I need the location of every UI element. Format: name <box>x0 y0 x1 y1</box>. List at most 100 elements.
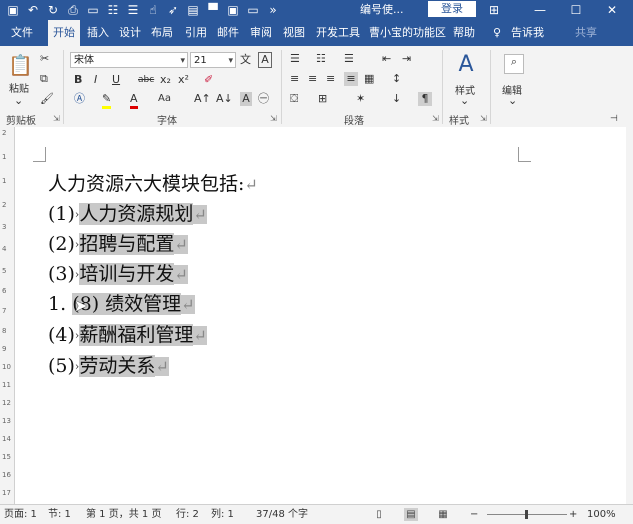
paste-icon[interactable]: 📋 <box>8 52 33 78</box>
tab-mailings[interactable]: 邮件 <box>212 20 244 46</box>
tab-design[interactable]: 设计 <box>114 20 146 46</box>
subscript-icon[interactable]: x₂ <box>160 73 171 87</box>
bullet-list-icon[interactable]: ☰ <box>126 0 140 20</box>
sort-icon[interactable]: ↓ <box>392 92 401 106</box>
zoom-in-icon[interactable]: + <box>569 505 577 524</box>
chevron-down-icon[interactable]: ⌄ <box>14 94 23 108</box>
decrease-indent-icon[interactable]: ⇤ <box>382 52 391 66</box>
status-col[interactable]: 列: 1 <box>211 505 234 524</box>
text-effects-icon[interactable]: Ⓐ <box>74 92 85 106</box>
tab-developer[interactable]: 开发工具 <box>311 20 365 46</box>
vertical-scrollbar[interactable] <box>626 127 633 504</box>
doc-list-item[interactable]: 1. (8) 绩效管理↵ <box>48 289 195 319</box>
web-layout-icon[interactable]: ▦ <box>436 508 450 521</box>
phonetic-guide-icon[interactable]: 文 <box>240 53 251 67</box>
tab-layout[interactable]: 布局 <box>146 20 178 46</box>
styles-icon[interactable]: A <box>454 52 478 78</box>
char-shading-icon[interactable]: A <box>240 92 252 106</box>
strikethrough-icon[interactable]: abc <box>138 73 154 87</box>
chevron-down-icon[interactable]: ⌄ <box>460 94 469 108</box>
tab-references[interactable]: 引用 <box>180 20 212 46</box>
status-row[interactable]: 行: 2 <box>176 505 199 524</box>
read-mode-icon[interactable]: ▯ <box>372 508 386 521</box>
collapse-ribbon-icon[interactable]: ⊣ <box>610 112 618 126</box>
italic-icon[interactable]: I <box>94 73 97 87</box>
asian-layout-icon[interactable]: ✶ <box>356 92 365 106</box>
tab-custom[interactable]: 曹小宝的功能区 <box>364 20 451 46</box>
pointer-icon[interactable]: ➶ <box>166 0 180 20</box>
tab-review[interactable]: 审阅 <box>245 20 277 46</box>
distributed-icon[interactable]: ▦ <box>364 72 374 86</box>
text-box-icon[interactable]: ▤ <box>186 0 200 20</box>
chevron-down-icon[interactable]: ⌄ <box>508 94 517 108</box>
status-word-count[interactable]: 37/48 个字 <box>256 505 308 524</box>
tell-me-search[interactable]: 告诉我 <box>506 20 549 46</box>
align-center-icon[interactable]: ≡ <box>308 72 317 86</box>
clear-format-icon[interactable]: ✐ <box>204 73 213 87</box>
columns-icon[interactable]: ☷ <box>106 0 120 20</box>
status-section[interactable]: 节: 1 <box>48 505 71 524</box>
align-right-icon[interactable]: ≡ <box>326 72 335 86</box>
shrink-font-icon[interactable]: A↓ <box>216 92 233 106</box>
cut-icon[interactable]: ✂ <box>40 52 49 66</box>
font-size-select[interactable]: 21 ▾ <box>190 52 236 68</box>
tab-home[interactable]: 开始 <box>48 20 80 46</box>
char-border-icon[interactable]: A <box>258 52 272 68</box>
status-page[interactable]: 页面: 1 <box>4 505 37 524</box>
undo-icon[interactable]: ↶ <box>26 0 40 20</box>
zoom-out-icon[interactable]: − <box>470 505 478 524</box>
format-painter-icon[interactable]: 🖌 <box>40 92 54 106</box>
print-preview-icon[interactable]: ⎙ <box>66 0 80 20</box>
doc-list-item[interactable]: (2)›招聘与配置↵ <box>48 229 188 259</box>
bullets-icon[interactable]: ☰ <box>290 52 300 66</box>
numbering-icon[interactable]: ☷ <box>316 52 326 66</box>
doc-list-item[interactable]: (3)›培训与开发↵ <box>48 259 188 289</box>
maximize-icon[interactable]: ☐ <box>562 0 590 20</box>
align-left-icon[interactable]: ≡ <box>290 72 299 86</box>
close-icon[interactable]: ✕ <box>598 0 626 20</box>
clipboard-launcher-icon[interactable]: ⇲ <box>53 114 60 123</box>
grow-font-icon[interactable]: A↑ <box>194 92 211 106</box>
search-icon[interactable]: ⌕ <box>504 54 524 74</box>
shading-icon[interactable]: ⛋ <box>290 92 298 106</box>
share-button[interactable]: 共享 <box>570 20 602 46</box>
show-marks-icon[interactable]: ¶ <box>418 92 432 106</box>
styles-launcher-icon[interactable]: ⇲ <box>480 114 487 123</box>
redo-icon[interactable]: ↻ <box>46 0 60 20</box>
more-icon[interactable]: » <box>266 0 280 20</box>
tab-file[interactable]: 文件 <box>6 20 38 46</box>
multilevel-list-icon[interactable]: ☰ <box>344 52 354 66</box>
font-launcher-icon[interactable]: ⇲ <box>270 114 277 123</box>
doc-list-item[interactable]: (1)›人力资源规划↵ <box>48 199 207 229</box>
borders-icon[interactable]: ⊞ <box>318 92 327 106</box>
paragraph-launcher-icon[interactable]: ⇲ <box>432 114 439 123</box>
print-layout-icon[interactable]: ▤ <box>404 508 418 521</box>
tab-help[interactable]: 帮助 <box>448 20 480 46</box>
save-icon[interactable]: ▣ <box>6 0 20 20</box>
doc-paragraph[interactable]: 人力资源六大模块包括:↵ <box>48 169 258 199</box>
zoom-level[interactable]: 100% <box>587 505 616 524</box>
underline-icon[interactable]: U <box>112 73 120 87</box>
font-color-icon[interactable]: A <box>130 92 138 109</box>
doc-list-item[interactable]: (4)›薪酬福利管理↵ <box>48 320 207 350</box>
lightbulb-icon[interactable]: ♀ <box>488 20 506 46</box>
tab-view[interactable]: 视图 <box>278 20 310 46</box>
zoom-slider-thumb[interactable] <box>525 510 528 519</box>
justify-icon[interactable]: ≡ <box>344 72 358 86</box>
superscript-icon[interactable]: x² <box>178 73 189 87</box>
new-doc-icon[interactable]: ▭ <box>86 0 100 20</box>
status-pages[interactable]: 第 1 页，共 1 页 <box>86 505 161 524</box>
login-button[interactable]: 登录 <box>428 1 476 17</box>
ribbon-display-icon[interactable]: ⊞ <box>480 0 508 20</box>
highlight-icon[interactable]: ✎ <box>102 92 112 109</box>
touch-mode-icon[interactable]: ☝ <box>146 0 160 20</box>
copy-icon[interactable]: ⧉ <box>40 72 48 86</box>
font-name-select[interactable]: 宋体 ▾ <box>70 52 188 68</box>
blank-icon[interactable]: ▭ <box>246 0 260 20</box>
minimize-icon[interactable]: — <box>526 0 554 20</box>
change-case-icon[interactable]: Aa <box>158 92 171 106</box>
enclose-char-icon[interactable]: ㊀ <box>258 92 269 106</box>
line-spacing-icon[interactable]: ↕ <box>392 72 401 86</box>
save-as-icon[interactable]: ▣ <box>226 0 240 20</box>
doc-list-item[interactable]: (5)›劳动关系↵ <box>48 351 169 381</box>
